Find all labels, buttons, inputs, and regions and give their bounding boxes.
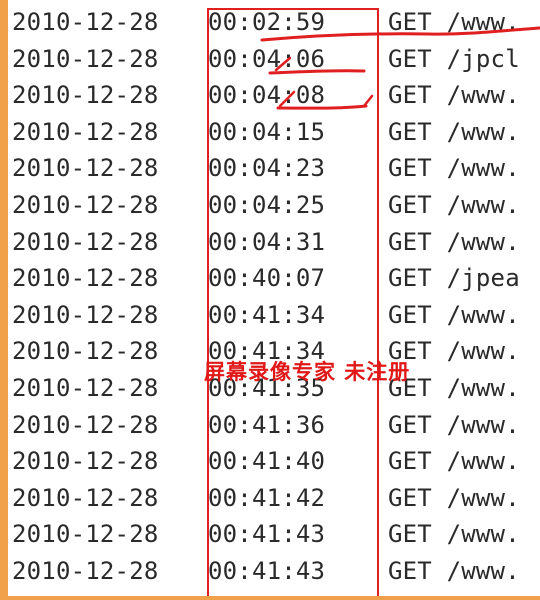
log-time: 00:04:08 [208, 81, 326, 110]
log-request: GET /jpcl [388, 44, 520, 73]
log-time: 00:04:23 [208, 154, 326, 183]
log-time: 00:41:34 [208, 337, 326, 366]
log-request: GET /www. [388, 8, 520, 36]
log-request: GET /www. [388, 410, 520, 439]
log-request: GET /www. [388, 556, 520, 585]
log-time: 00:04:06 [208, 44, 326, 73]
log-row: 2010-12-28 00:41:34 GET /www. [12, 333, 540, 370]
log-date: 2010-12-28 [12, 337, 159, 366]
log-row: 2010-12-28 00:41:34 GET /www. [12, 297, 540, 334]
log-request: GET /www. [388, 154, 520, 183]
log-viewer: 2010-12-28 00:02:59 GET /www. 2010-12-28 00:… [8, 0, 540, 596]
log-date: 2010-12-28 [12, 373, 159, 402]
log-row: 2010-12-28 00:04:06 GET /jpcl [12, 41, 540, 78]
log-row: 2010-12-28 00:04:23 GET /www. [12, 150, 540, 187]
log-request: GET /www. [388, 483, 520, 512]
screenshot-frame: 2010-12-28 00:02:59 GET /www. 2010-12-28 00:… [0, 0, 540, 600]
log-time: 00:04:25 [208, 190, 326, 219]
log-date: 2010-12-28 [12, 81, 159, 110]
log-request: GET /www. [388, 447, 520, 476]
log-time: 00:41:35 [208, 373, 326, 402]
log-row: 2010-12-28 00:40:07 GET /jpea [12, 260, 540, 297]
log-time: 00:04:31 [208, 227, 326, 256]
log-time: 00:04:15 [208, 117, 326, 146]
log-date: 2010-12-28 [12, 300, 159, 329]
log-request: GET /www. [388, 190, 520, 219]
log-row: 2010-12-28 00:04:08 GET /www. [12, 77, 540, 114]
log-time: 00:40:07 [208, 264, 326, 293]
log-row: 2010-12-28 00:41:42 GET /www. [12, 480, 540, 517]
log-date: 2010-12-28 [12, 556, 159, 585]
log-time: 00:41:40 [208, 447, 326, 476]
log-request: GET /www. [388, 373, 520, 402]
log-date: 2010-12-28 [12, 483, 159, 512]
access-log: 2010-12-28 00:02:59 GET /www. 2010-12-28 00:… [12, 4, 540, 590]
log-time: 00:02:59 [208, 8, 326, 36]
log-date: 2010-12-28 [12, 154, 159, 183]
log-date: 2010-12-28 [12, 190, 159, 219]
log-request: GET /www. [388, 81, 520, 110]
log-time: 00:41:36 [208, 410, 326, 439]
log-date: 2010-12-28 [12, 44, 159, 73]
log-request: GET /www. [388, 520, 520, 549]
log-row: 2010-12-28 00:02:59 GET /www. [12, 4, 540, 41]
log-row: 2010-12-28 00:04:31 GET /www. [12, 224, 540, 261]
log-row: 2010-12-28 00:41:43 GET /www. [12, 553, 540, 590]
log-date: 2010-12-28 [12, 520, 159, 549]
log-request: GET /www. [388, 337, 520, 366]
log-time: 00:41:43 [208, 556, 326, 585]
log-time: 00:41:42 [208, 483, 326, 512]
log-date: 2010-12-28 [12, 8, 159, 36]
log-time: 00:41:43 [208, 520, 326, 549]
log-row: 2010-12-28 00:41:40 GET /www. [12, 443, 540, 480]
log-date: 2010-12-28 [12, 447, 159, 476]
log-request: GET /www. [388, 227, 520, 256]
log-row: 2010-12-28 00:04:15 GET /www. [12, 114, 540, 151]
log-date: 2010-12-28 [12, 117, 159, 146]
log-row: 2010-12-28 00:04:25 GET /www. [12, 187, 540, 224]
log-time: 00:41:34 [208, 300, 326, 329]
log-row: 2010-12-28 00:41:36 GET /www. [12, 407, 540, 444]
log-date: 2010-12-28 [12, 264, 159, 293]
log-request: GET /www. [388, 117, 520, 146]
log-row: 2010-12-28 00:41:35 GET /www. [12, 370, 540, 407]
log-date: 2010-12-28 [12, 410, 159, 439]
log-date: 2010-12-28 [12, 227, 159, 256]
log-request: GET /www. [388, 300, 520, 329]
log-request: GET /jpea [388, 264, 520, 293]
log-row: 2010-12-28 00:41:43 GET /www. [12, 516, 540, 553]
